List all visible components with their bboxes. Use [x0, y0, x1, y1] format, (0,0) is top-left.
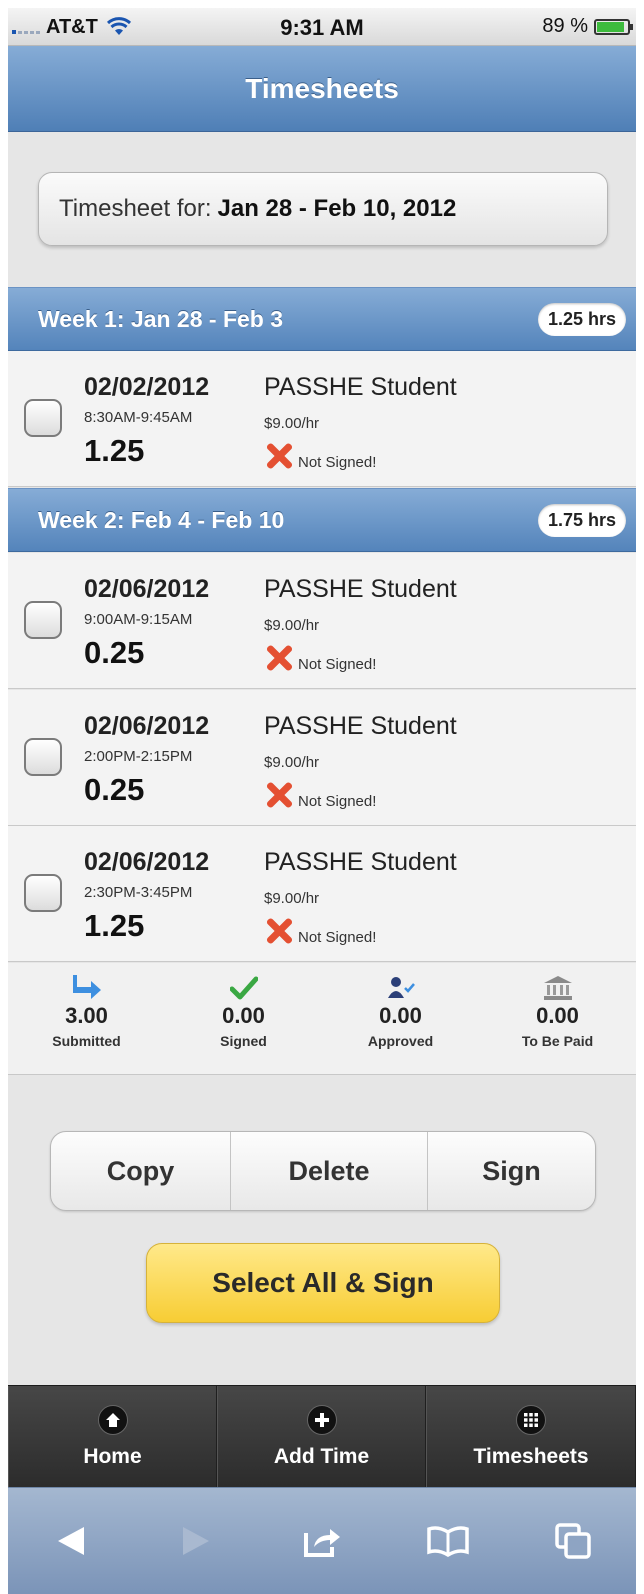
- not-signed-x-icon: [264, 780, 294, 810]
- tab-home[interactable]: Home: [8, 1386, 217, 1487]
- page-title: Timesheets: [245, 72, 399, 104]
- entry-date: 02/06/2012: [84, 712, 210, 740]
- share-icon[interactable]: [294, 1513, 350, 1569]
- sign-button[interactable]: Sign: [428, 1132, 595, 1210]
- battery-percent: 89 %: [542, 15, 588, 37]
- entry-job: PASSHE Student: [264, 848, 457, 876]
- submitted-arrow-icon: [8, 975, 165, 1001]
- not-signed-x-icon: [264, 441, 294, 471]
- week-title: Week 1: Jan 28 - Feb 3: [38, 305, 284, 332]
- entry-status-text: Not Signed!: [298, 929, 377, 946]
- browser-toolbar: [8, 1487, 636, 1594]
- entry-time-range: 2:00PM-2:15PM: [84, 748, 193, 765]
- forward-icon[interactable]: [168, 1513, 224, 1569]
- bank-icon: [479, 975, 636, 1001]
- entry-status: Not Signed!: [264, 780, 376, 810]
- back-icon[interactable]: [43, 1513, 99, 1569]
- entry-rate: $9.00/hr: [264, 890, 320, 907]
- tab-label: Home: [83, 1444, 142, 1468]
- timesheet-entry[interactable]: 02/06/2012 2:30PM-3:45PM 1.25 PASSHE Stu…: [8, 826, 636, 962]
- entry-rate: $9.00/hr: [264, 754, 320, 771]
- summary-approved: 0.00 Approved: [322, 963, 479, 1074]
- entry-checkbox[interactable]: [24, 601, 62, 639]
- entry-date: 02/02/2012: [84, 373, 210, 401]
- entry-checkbox[interactable]: [24, 399, 62, 437]
- hours-summary: 3.00 Submitted 0.00 Signed 0.00 Approved…: [8, 963, 636, 1075]
- tab-timesheets[interactable]: Timesheets: [426, 1386, 636, 1487]
- summary-value: 3.00: [65, 1003, 108, 1028]
- entry-status: Not Signed!: [264, 916, 376, 946]
- bookmarks-icon[interactable]: [420, 1513, 476, 1569]
- entry-job: PASSHE Student: [264, 712, 457, 740]
- not-signed-x-icon: [264, 643, 294, 673]
- summary-value: 0.00: [379, 1003, 422, 1028]
- summary-signed: 0.00 Signed: [165, 963, 322, 1074]
- tab-bar: Home Add Time Timesheets: [8, 1385, 636, 1487]
- approver-icon: [322, 975, 479, 1001]
- timesheet-period-button[interactable]: Timesheet for: Jan 28 - Feb 10, 2012: [38, 172, 608, 246]
- summary-value: 0.00: [536, 1003, 579, 1028]
- entry-hours: 1.25: [84, 908, 145, 943]
- entry-job: PASSHE Student: [264, 373, 457, 401]
- home-icon: [97, 1404, 128, 1435]
- entry-status-text: Not Signed!: [298, 454, 377, 471]
- entry-rate: $9.00/hr: [264, 617, 320, 634]
- week-hours-badge: 1.25 hrs: [537, 302, 626, 336]
- status-bar: AT&T 9:31 AM 89 %: [8, 8, 636, 46]
- entry-checkbox[interactable]: [24, 738, 62, 776]
- timesheet-entry[interactable]: 02/06/2012 2:00PM-2:15PM 0.25 PASSHE Stu…: [8, 690, 636, 826]
- nav-header: Timesheets: [8, 46, 636, 132]
- entry-status: Not Signed!: [264, 643, 376, 673]
- grid-icon: [516, 1404, 546, 1435]
- week-header[interactable]: Week 2: Feb 4 - Feb 10 1.75 hrs: [8, 488, 636, 552]
- week-title: Week 2: Feb 4 - Feb 10: [38, 506, 285, 533]
- entry-time-range: 2:30PM-3:45PM: [84, 884, 193, 901]
- entry-date: 02/06/2012: [84, 848, 210, 876]
- summary-label: Approved: [367, 1033, 434, 1049]
- status-right: 89 %: [542, 15, 633, 38]
- entry-time-range: 9:00AM-9:15AM: [84, 611, 193, 628]
- entry-status: Not Signed!: [264, 441, 376, 471]
- select-all-sign-button[interactable]: Select All & Sign: [146, 1243, 500, 1323]
- entry-hours: 0.25: [84, 635, 145, 670]
- week-header[interactable]: Week 1: Jan 28 - Feb 3 1.25 hrs: [8, 287, 636, 351]
- summary-label: Submitted: [52, 1033, 121, 1049]
- delete-button[interactable]: Delete: [231, 1132, 428, 1210]
- plus-icon: [306, 1404, 337, 1435]
- entry-time-range: 8:30AM-9:45AM: [84, 409, 193, 426]
- entry-checkbox[interactable]: [24, 874, 62, 912]
- copy-button[interactable]: Copy: [51, 1132, 231, 1210]
- entry-hours: 0.25: [84, 772, 145, 807]
- week-hours-badge: 1.75 hrs: [537, 503, 626, 537]
- checkmark-icon: [165, 975, 322, 1001]
- battery-icon: [594, 18, 633, 35]
- summary-value: 0.00: [222, 1003, 265, 1028]
- entry-job: PASSHE Student: [264, 575, 457, 603]
- tabs-icon[interactable]: [545, 1513, 601, 1569]
- entry-status-text: Not Signed!: [298, 656, 377, 673]
- summary-to-be-paid: 0.00 To Be Paid: [479, 963, 636, 1074]
- timesheet-entry[interactable]: 02/02/2012 8:30AM-9:45AM 1.25 PASSHE Stu…: [8, 351, 636, 487]
- tab-label: Timesheets: [473, 1444, 589, 1468]
- summary-label: Signed: [220, 1033, 267, 1049]
- entry-date: 02/06/2012: [84, 575, 210, 603]
- timesheet-entry[interactable]: 02/06/2012 9:00AM-9:15AM 0.25 PASSHE Stu…: [8, 553, 636, 689]
- period-label: Timesheet for:: [59, 195, 212, 222]
- summary-submitted: 3.00 Submitted: [8, 963, 165, 1074]
- period-value: Jan 28 - Feb 10, 2012: [217, 195, 457, 222]
- not-signed-x-icon: [264, 916, 294, 946]
- entry-status-text: Not Signed!: [298, 793, 377, 810]
- tab-label: Add Time: [273, 1444, 370, 1468]
- action-button-group: Copy Delete Sign: [50, 1131, 596, 1211]
- summary-label: To Be Paid: [521, 1033, 594, 1049]
- entry-hours: 1.25: [84, 433, 145, 468]
- app-frame: AT&T 9:31 AM 89 % Timesheets Timesheet f…: [8, 8, 636, 1594]
- entry-rate: $9.00/hr: [264, 415, 320, 432]
- tab-add-time[interactable]: Add Time: [217, 1386, 426, 1487]
